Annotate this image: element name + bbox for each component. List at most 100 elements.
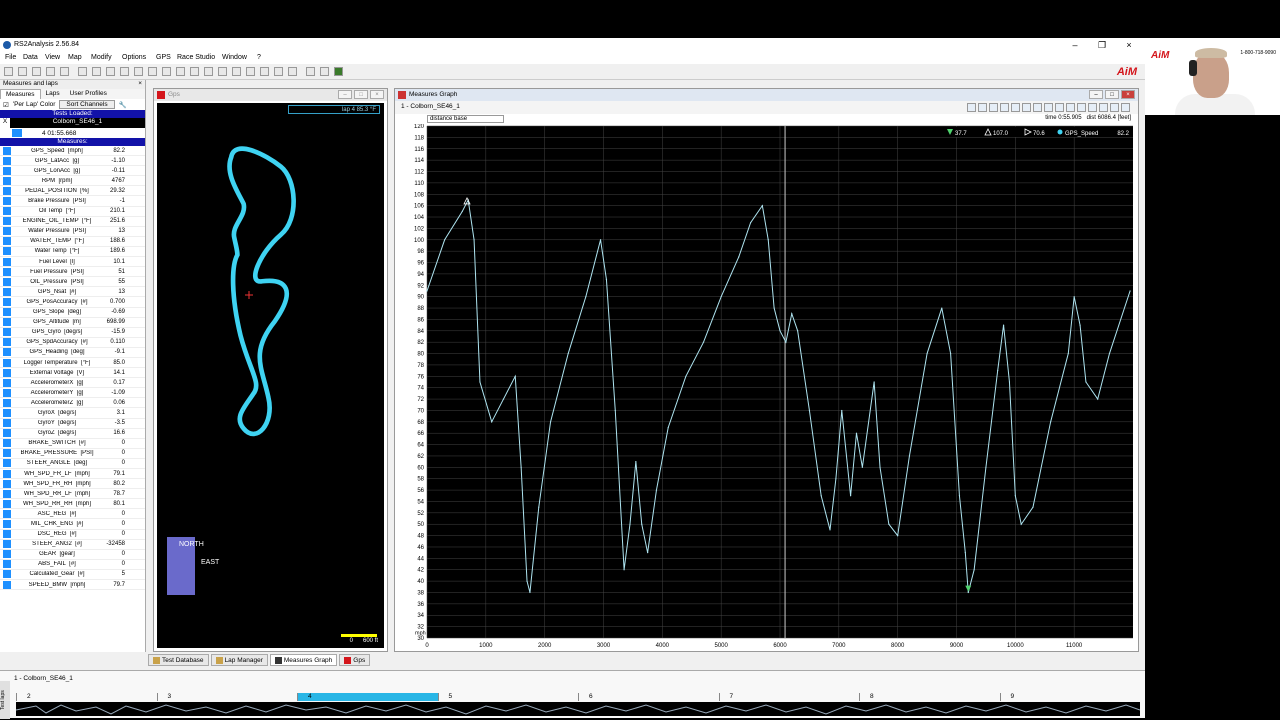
measure-row[interactable]: Logger Temperature [°F] 85.0 [0,358,145,369]
measure-row[interactable]: Brake Pressure [PSI] -1 [0,196,145,207]
measure-row[interactable]: GyroX [deg/s] 3.1 [0,408,145,419]
measure-row[interactable]: GPS_LonAcc [g] -0.11 [0,166,145,177]
measure-color-swatch[interactable] [3,308,11,317]
measure-row[interactable]: OIL_Pressure [PSI] 55 [0,277,145,288]
measure-color-swatch[interactable] [3,439,11,448]
measure-row[interactable]: GPS_Speed [mph] 82.2 [0,146,145,157]
measure-color-swatch[interactable] [3,267,11,276]
wrench-icon[interactable]: 🔧 [119,101,127,109]
list-icon[interactable] [1110,103,1119,112]
settings-icon[interactable] [1044,103,1053,112]
math-icon[interactable] [306,67,315,76]
measure-color-swatch[interactable] [3,530,11,539]
measure-color-swatch[interactable] [3,176,11,185]
measure-row[interactable]: ENGINE_OIL_TEMP [°F] 251.6 [0,217,145,227]
measure-row[interactable]: GPS_PosAccuracy [#] 0.700 [0,297,145,308]
measure-row[interactable]: BRAKE_SWITCH [#] 0 [0,439,145,449]
measure-color-swatch[interactable] [3,419,11,428]
tab-measures[interactable]: Measures [0,89,41,99]
tab-gps[interactable]: Gps [339,654,371,666]
measure-color-swatch[interactable] [3,429,11,438]
panel-close-button[interactable]: × [138,80,142,87]
measure-color-swatch[interactable] [3,449,11,458]
measure-row[interactable]: GPS_Nsat [#] 13 [0,287,145,298]
measure-row[interactable]: External Voltage [V] 14.1 [0,368,145,379]
tab-laps[interactable]: Laps [41,89,65,99]
sort-channels-button[interactable]: Sort Channels [59,100,115,109]
measure-row[interactable]: GyroZ [deg/s] 16.6 [0,429,145,439]
report-icon[interactable] [162,67,171,76]
save-icon[interactable] [46,67,55,76]
lap-row[interactable]: 4 01:55.668 [0,128,145,138]
measure-color-swatch[interactable] [3,277,11,286]
graph-test-tab[interactable]: 1 - Colborn_SE46_1 [401,103,460,110]
gps-close-button[interactable]: × [370,90,384,99]
measure-color-swatch[interactable] [3,489,11,498]
folder-icon[interactable] [18,67,27,76]
measure-row[interactable]: GPS_Gyro [deg/s] -15.9 [0,328,145,338]
menu-file[interactable]: File [5,54,16,61]
measure-row[interactable]: AccelerometerX [g] 0.17 [0,378,145,389]
settings-icon[interactable] [232,67,241,76]
measure-row[interactable]: GPS_Slope [deg] -0.69 [0,308,145,318]
measure-color-swatch[interactable] [3,570,11,579]
measure-color-swatch[interactable] [3,388,11,397]
zoom-x-icon[interactable] [1011,103,1020,112]
link-icon[interactable] [246,67,255,76]
tab-user-profiles[interactable]: User Profiles [65,89,112,99]
measure-row[interactable]: PEDAL_POSITION [%] 29.32 [0,186,145,197]
minimize-button[interactable]: – [1068,40,1082,50]
marker-icon[interactable] [1077,103,1086,112]
measure-color-swatch[interactable] [3,186,11,195]
measure-row[interactable]: STEER_ANGLE [deg] 0 [0,459,145,469]
test-row[interactable]: X Colborn_SE46_1 [0,118,145,128]
lap-cell[interactable]: 6 [578,693,719,701]
pen-icon[interactable] [204,67,213,76]
measure-color-swatch[interactable] [3,328,11,337]
measure-row[interactable]: GPS_LatAcc [g] -1.10 [0,156,145,167]
measure-row[interactable]: ABS_FAIL [#] 0 [0,560,145,570]
lap-cell[interactable]: 9 [999,693,1141,701]
measure-color-swatch[interactable] [3,257,11,266]
measure-icon[interactable] [218,67,227,76]
measure-row[interactable]: GyroY [deg/s] -3.5 [0,419,145,429]
per-lap-color-checkbox[interactable]: ☑ [3,101,9,109]
lap-cell[interactable]: 5 [437,693,579,701]
restore-button[interactable]: ❐ [1095,40,1109,51]
run-icon[interactable] [320,67,329,76]
table-view-icon[interactable] [1033,103,1042,112]
measure-row[interactable]: Calculated_Gear [#] 5 [0,570,145,581]
menu-help[interactable]: ? [257,54,261,61]
menu-window[interactable]: Window [222,54,247,61]
measure-color-swatch[interactable] [3,479,11,488]
measure-row[interactable]: GPS_Heading [deg] -9.1 [0,348,145,358]
download-icon[interactable] [32,67,41,76]
tab-measures-graph[interactable]: Measures Graph [269,654,338,666]
histogram-icon[interactable] [134,67,143,76]
print-icon[interactable] [288,67,297,76]
table-icon[interactable] [148,67,157,76]
measure-row[interactable]: Fuel Pressure [PSI] 51 [0,267,145,278]
menu-options[interactable]: Options [122,54,146,61]
menu-gps[interactable]: GPS [156,54,171,61]
measure-color-swatch[interactable] [3,146,11,155]
distance-base-selector[interactable]: distance base [427,115,505,123]
pan-icon[interactable] [1000,103,1009,112]
graph-close-button[interactable]: × [1121,90,1135,99]
menu-map[interactable]: Map [68,54,82,61]
measure-row[interactable]: AccelerometerZ [g] 0.06 [0,398,145,409]
measure-color-swatch[interactable] [3,509,11,518]
gps-minimize-button[interactable]: – [338,90,352,99]
measure-row[interactable]: AccelerometerY [g] -1.09 [0,388,145,399]
graph-icon[interactable] [78,67,87,76]
menu-modify[interactable]: Modify [91,54,112,61]
measure-row[interactable]: BRAKE_PRESSURE [PSI] 0 [0,449,145,459]
menu-view[interactable]: View [45,54,60,61]
menu-race-studio[interactable]: Race Studio [177,54,215,61]
measure-color-swatch[interactable] [3,217,11,226]
preview-icon[interactable] [274,67,283,76]
measure-row[interactable]: MIL_CHK_ENG [#] 0 [0,519,145,530]
measure-row[interactable]: Water Temp [°F] 189.6 [0,247,145,258]
wrench-icon[interactable] [1121,103,1130,112]
measure-row[interactable]: ASC_REG [#] 0 [0,509,145,520]
